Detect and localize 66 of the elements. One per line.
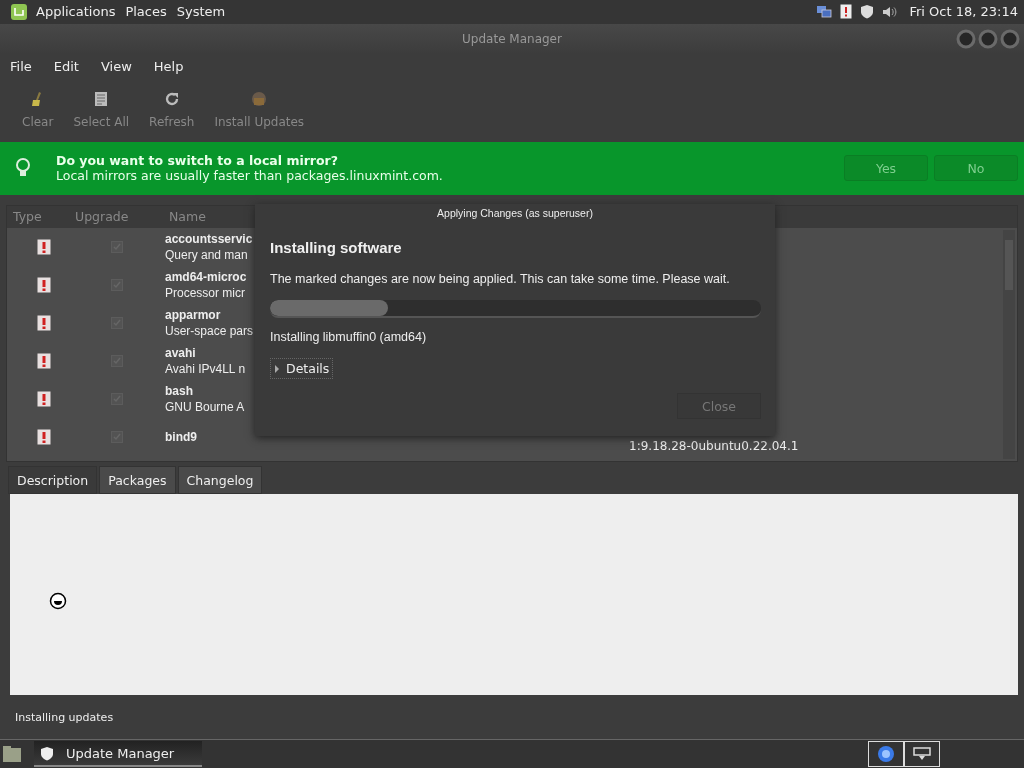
package-version: 1:9.18.28-0ubuntu0.22.04.1 — [629, 438, 799, 453]
package-name: avahi — [165, 344, 196, 361]
package-name: bash — [165, 382, 193, 399]
window-title: Update Manager — [462, 31, 562, 46]
minimize-icon[interactable] — [956, 28, 976, 49]
package-name: accountsservic — [165, 230, 253, 247]
details-expander[interactable]: Details — [270, 358, 334, 379]
close-icon[interactable] — [1000, 28, 1020, 49]
upgrade-checkbox[interactable] — [111, 240, 123, 253]
busy-cursor-icon — [49, 592, 67, 611]
package-name: amd64-microc — [165, 268, 247, 285]
volume-icon[interactable] — [882, 5, 898, 19]
menu-item[interactable]: Edit — [53, 59, 79, 75]
dialog-title: Applying Changes (as superuser) — [436, 206, 594, 221]
shield-icon — [40, 745, 54, 761]
globe-icon — [877, 745, 895, 763]
dialog-message: The marked changes are now being applied. This can take some time. Please wait. — [270, 272, 731, 286]
upgrade-checkbox[interactable] — [111, 392, 123, 405]
menu-item[interactable]: File — [10, 59, 32, 75]
taskbar-window[interactable]: Update Manager — [34, 741, 202, 767]
security-update-icon — [37, 428, 51, 445]
package-name: apparmor — [165, 306, 221, 323]
panel-menu[interactable]: Places — [125, 4, 167, 20]
tab[interactable]: Packages — [99, 466, 176, 495]
package-description: GNU Bourne A — [165, 398, 245, 415]
security-update-icon — [37, 276, 51, 293]
dialog-heading: Installing software — [270, 239, 403, 256]
maximize-icon[interactable] — [978, 28, 998, 49]
upgrade-checkbox[interactable] — [111, 316, 123, 329]
package-description: Query and man — [165, 246, 248, 263]
status-text: Installing updates — [15, 710, 114, 724]
menu-item[interactable]: Help — [153, 59, 184, 75]
menu-item[interactable]: View — [100, 59, 132, 75]
upgrade-checkbox[interactable] — [111, 278, 123, 291]
security-update-icon — [37, 390, 51, 407]
banner-title: Do you want to switch to a local mirror? — [56, 153, 340, 169]
scrollbar[interactable] — [1003, 229, 1015, 460]
tray-button[interactable] — [904, 741, 940, 767]
tab[interactable]: Changelog — [177, 466, 263, 495]
network-icon[interactable] — [816, 5, 833, 19]
package-icon — [250, 90, 269, 107]
panel-menu[interactable]: System — [176, 4, 226, 20]
expander-arrow-icon — [274, 364, 280, 373]
tray-button[interactable] — [868, 741, 904, 767]
refresh-icon — [163, 90, 180, 107]
package-description: Avahi IPv4LL n — [165, 360, 246, 377]
progress-status: Installing libmuffin0 (amd64) — [270, 330, 428, 344]
security-update-icon — [37, 352, 51, 369]
panel-menu[interactable]: Applications — [36, 4, 116, 20]
security-update-icon — [37, 238, 51, 255]
mint-logo-icon[interactable] — [10, 3, 28, 21]
upgrade-checkbox[interactable] — [111, 430, 123, 443]
clock[interactable]: Fri Oct 18, 23:14 — [909, 4, 1018, 20]
alert-icon[interactable] — [840, 4, 853, 20]
package-description: User-space pars — [165, 322, 254, 339]
lightbulb-icon — [16, 158, 30, 179]
package-description: Processor micr — [165, 284, 245, 301]
package-name: bind9 — [165, 428, 197, 445]
tab[interactable]: Description — [8, 466, 98, 495]
document-icon — [94, 90, 109, 107]
upgrade-checkbox[interactable] — [111, 354, 123, 367]
folder-icon[interactable] — [2, 745, 22, 763]
monitor-icon — [913, 746, 931, 762]
security-update-icon — [37, 314, 51, 331]
banner-message: Local mirrors are usually faster than packages.linuxmint.com. — [56, 168, 443, 184]
shield-icon[interactable] — [860, 4, 875, 20]
